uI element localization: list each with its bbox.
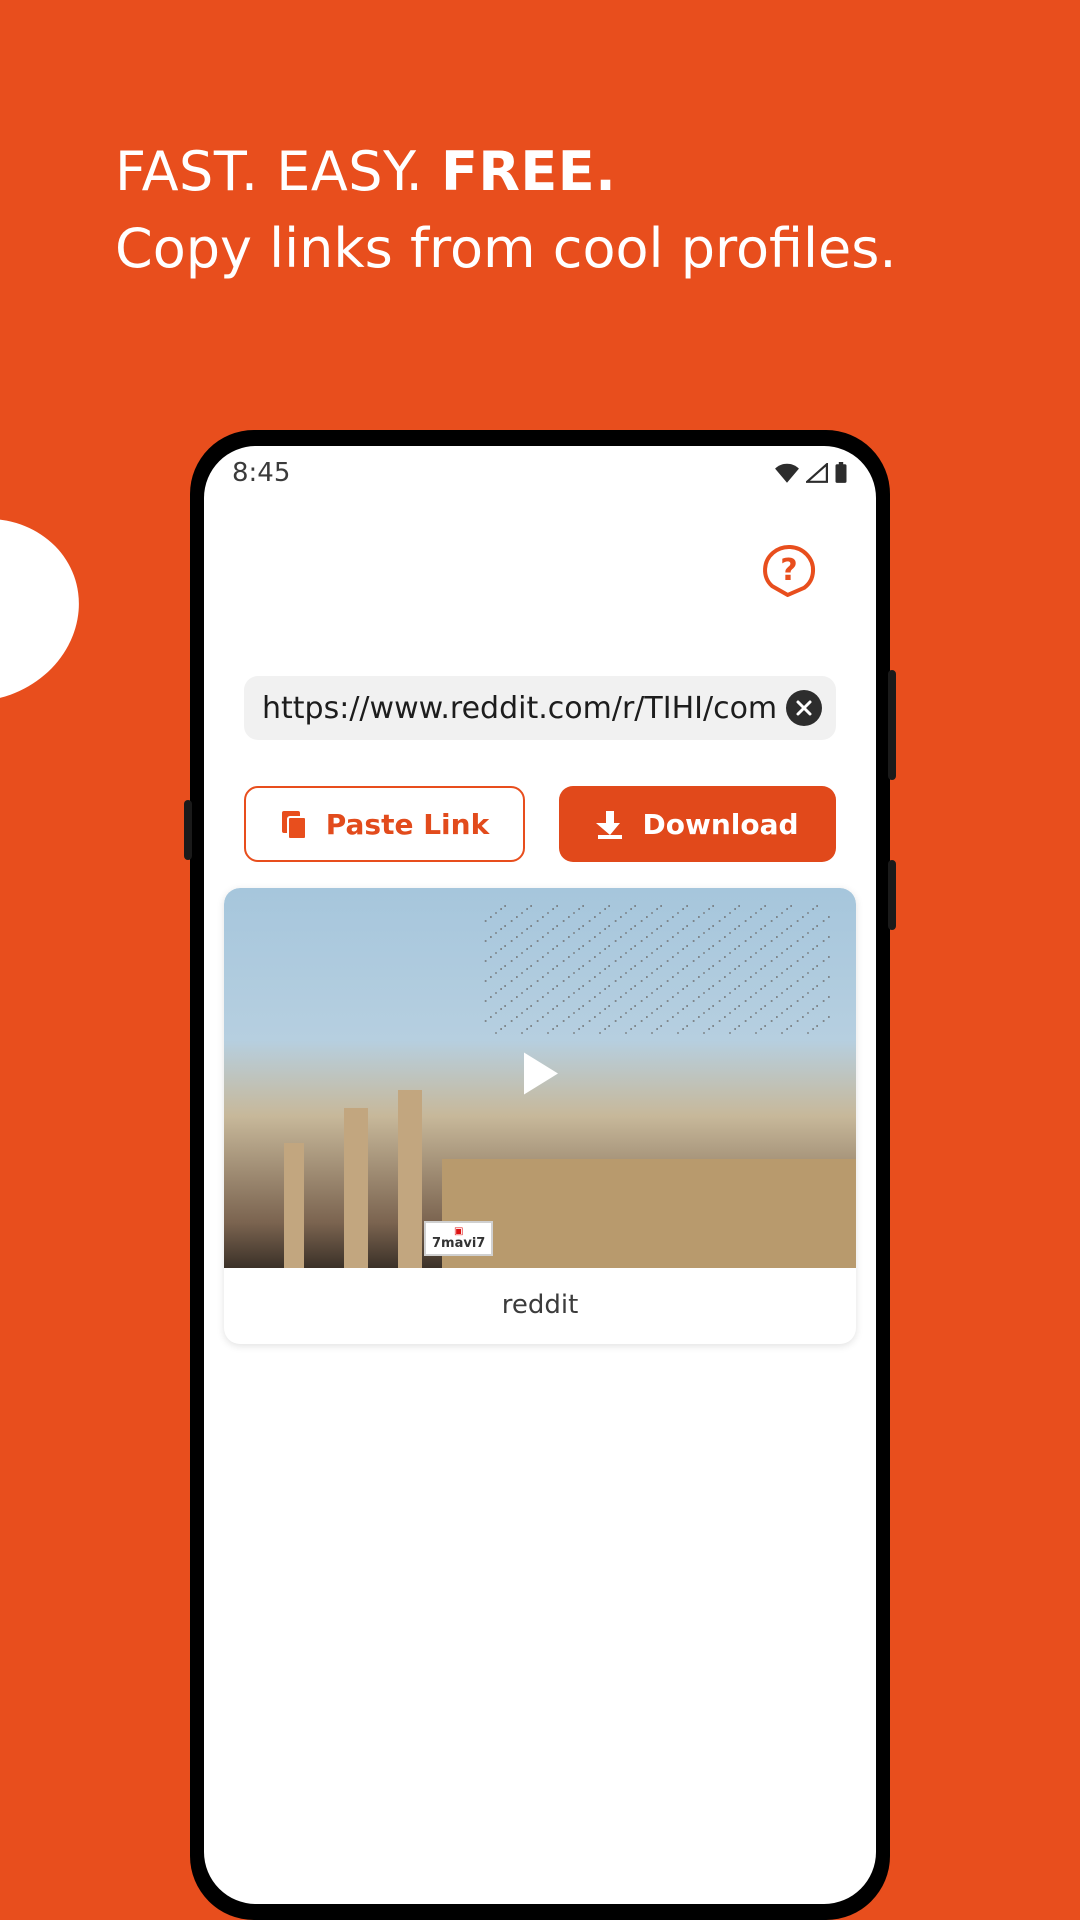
download-icon: [596, 809, 624, 839]
help-icon: ?: [762, 544, 816, 598]
phone-mockup: 8:45 ? https://www.re: [190, 430, 890, 1920]
hero-text: FAST. EASY. FREE. Copy links from cool p…: [0, 0, 1080, 283]
watermark-text: 7mavi7: [432, 1237, 485, 1250]
app-header: ?: [204, 494, 876, 598]
headline-pre: FAST. EASY.: [115, 140, 441, 203]
status-time: 8:45: [232, 458, 290, 488]
wifi-icon: [774, 463, 800, 483]
signal-icon: [806, 463, 828, 483]
url-text: https://www.reddit.com/r/TIHI/comr: [262, 691, 778, 726]
close-icon: [795, 699, 813, 717]
phone-screen: 8:45 ? https://www.re: [204, 446, 876, 1904]
status-bar: 8:45: [204, 446, 876, 494]
thumbnail-watermark: ▣ 7mavi7: [424, 1221, 493, 1256]
headline-line1: FAST. EASY. FREE.: [115, 140, 965, 203]
phone-side-button: [184, 800, 192, 860]
phone-side-button: [888, 670, 896, 780]
paste-link-button[interactable]: Paste Link: [244, 786, 525, 862]
headline-emph: FREE.: [441, 140, 616, 203]
download-label: Download: [642, 808, 798, 841]
play-icon: [520, 1051, 560, 1097]
paste-icon: [280, 809, 308, 839]
preview-thumbnail: ▣ 7mavi7: [224, 888, 856, 1268]
button-row: Paste Link Download: [244, 786, 836, 862]
url-input-wrap: https://www.reddit.com/r/TIHI/comr: [244, 676, 836, 740]
preview-source-label: reddit: [224, 1268, 856, 1344]
status-icons: [774, 462, 848, 484]
phone-side-button: [888, 860, 896, 930]
preview-card[interactable]: ▣ 7mavi7 reddit: [224, 888, 856, 1344]
clear-url-button[interactable]: [786, 690, 822, 726]
phone-bezel: 8:45 ? https://www.re: [190, 430, 890, 1920]
download-button[interactable]: Download: [559, 786, 836, 862]
headline-subtitle: Copy links from cool profiles.: [115, 215, 965, 283]
decorative-birds: [483, 903, 831, 1036]
decorative-blob: [0, 491, 105, 729]
url-input[interactable]: https://www.reddit.com/r/TIHI/comr: [244, 676, 836, 740]
paste-link-label: Paste Link: [326, 808, 489, 841]
help-button[interactable]: ?: [762, 544, 816, 598]
play-overlay[interactable]: [520, 1051, 560, 1101]
battery-icon: [834, 462, 848, 484]
svg-text:?: ?: [780, 553, 797, 588]
